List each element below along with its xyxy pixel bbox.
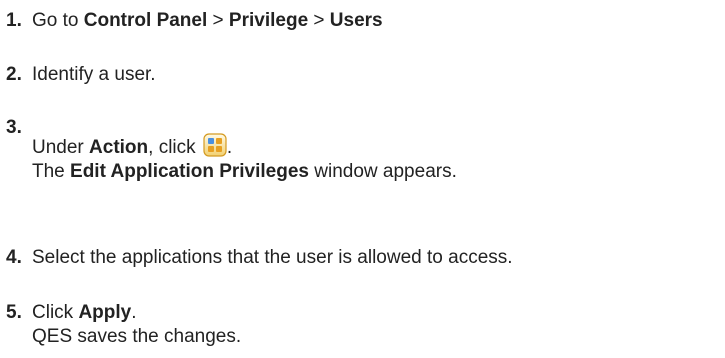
text: Click bbox=[32, 302, 79, 323]
text: The bbox=[32, 161, 71, 182]
step-line: Click Apply. bbox=[32, 301, 241, 325]
separator: > bbox=[207, 10, 229, 31]
step-number: 3. bbox=[6, 117, 22, 138]
menu-control-panel: Control Panel bbox=[83, 10, 208, 31]
text: Go to bbox=[32, 10, 84, 31]
step-line: Under Action, click . bbox=[32, 133, 457, 160]
menu-privilege: Privilege bbox=[228, 10, 309, 31]
step-number: 1. bbox=[6, 10, 22, 31]
label-action: Action bbox=[89, 137, 149, 158]
step-text: Identify a user. bbox=[32, 64, 156, 85]
step-text: Go to Control Panel > Privilege > Users bbox=[32, 9, 383, 33]
step-number: 5. bbox=[6, 302, 22, 323]
label-apply: Apply bbox=[78, 302, 132, 323]
text: . bbox=[226, 137, 233, 158]
step-line: The Edit Application Privileges window a… bbox=[32, 160, 457, 184]
step-number: 2. bbox=[6, 64, 22, 85]
application-privileges-icon bbox=[203, 133, 227, 157]
step-line: QES saves the changes. bbox=[32, 326, 242, 347]
step-number: 4. bbox=[6, 247, 22, 268]
text: window appears. bbox=[309, 161, 457, 182]
text: , click bbox=[148, 137, 201, 158]
menu-users: Users bbox=[329, 10, 383, 31]
window-name: Edit Application Privileges bbox=[70, 161, 309, 182]
text: . bbox=[131, 302, 137, 323]
text: Under bbox=[32, 137, 90, 158]
separator: > bbox=[308, 10, 330, 31]
step-text: Click Apply. QES saves the changes. bbox=[32, 301, 241, 349]
step-text: Under Action, click . The Edit Applicati… bbox=[32, 133, 457, 184]
step-text: Select the applications that the user is… bbox=[32, 247, 513, 268]
